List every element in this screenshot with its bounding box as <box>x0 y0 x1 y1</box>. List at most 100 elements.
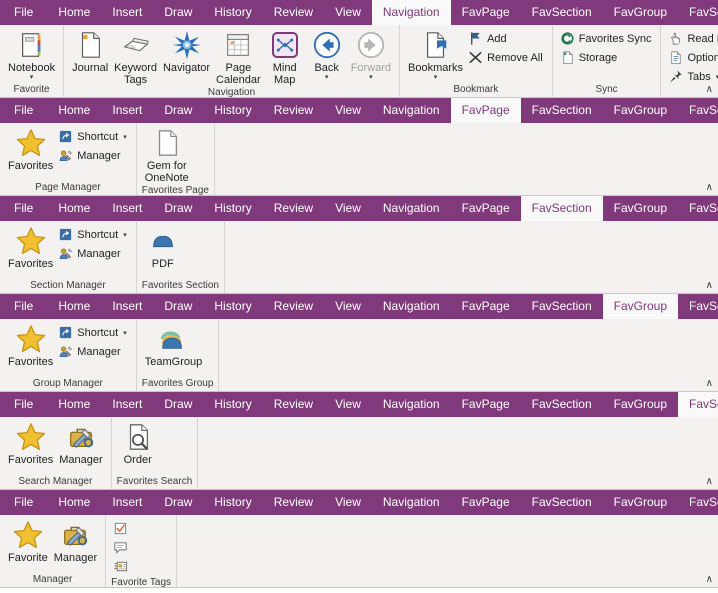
tab-navigation[interactable]: Navigation <box>372 98 451 123</box>
button-remove-all[interactable]: Remove All <box>466 48 547 67</box>
button-keyword-tags[interactable]: Keyword Tags <box>111 27 160 86</box>
button-pdf[interactable]: PDF <box>142 223 184 270</box>
tab-favsection[interactable]: FavSection <box>520 196 603 221</box>
tab-favgroup[interactable]: FavGroup <box>603 0 678 25</box>
collapse-ribbon-icon[interactable]: ∧ <box>706 85 713 95</box>
tab-draw[interactable]: Draw <box>153 294 203 319</box>
button-favorites[interactable]: Favorites <box>5 321 56 368</box>
tab-draw[interactable]: Draw <box>153 98 203 123</box>
tab-draw[interactable]: Draw <box>153 392 203 417</box>
collapse-ribbon-icon[interactable]: ∧ <box>706 575 713 585</box>
button-tag-contact[interactable] <box>111 557 136 576</box>
tab-insert[interactable]: Insert <box>101 392 153 417</box>
collapse-ribbon-icon[interactable]: ∧ <box>706 379 713 389</box>
tab-home[interactable]: Home <box>47 490 101 515</box>
tab-home[interactable]: Home <box>47 0 101 25</box>
button-shortcut[interactable]: Shortcut ▾ <box>56 323 130 342</box>
tab-history[interactable]: History <box>203 98 262 123</box>
button-page-calendar[interactable]: Page Calendar <box>213 27 264 86</box>
button-storage[interactable]: Storage <box>558 48 656 67</box>
button-shortcut[interactable]: Shortcut ▾ <box>56 225 130 244</box>
tab-favsection[interactable]: FavSection <box>521 0 603 25</box>
tab-view[interactable]: View <box>324 196 372 221</box>
chevron-down-icon[interactable]: ▾ <box>123 231 127 239</box>
tab-history[interactable]: History <box>203 490 262 515</box>
chevron-down-icon[interactable]: ▾ <box>123 329 127 337</box>
tab-file[interactable]: File <box>0 196 47 221</box>
button-favorites[interactable]: Favorites <box>5 419 56 466</box>
button-bookmarks[interactable]: Bookmarks ▾ <box>405 27 466 81</box>
tab-history[interactable]: History <box>203 196 262 221</box>
tab-review[interactable]: Review <box>263 392 324 417</box>
tab-navigation[interactable]: Navigation <box>372 392 451 417</box>
tab-file[interactable]: File <box>0 98 47 123</box>
tab-favpage[interactable]: FavPage <box>451 294 521 319</box>
tab-favsection[interactable]: FavSection <box>521 490 603 515</box>
tab-view[interactable]: View <box>324 392 372 417</box>
tab-favpage[interactable]: FavPage <box>450 98 521 123</box>
button-read-mode[interactable]: Read Mode <box>666 29 718 48</box>
tab-insert[interactable]: Insert <box>101 196 153 221</box>
button-tag-checkbox[interactable] <box>111 519 136 538</box>
chevron-down-icon[interactable]: ▾ <box>30 74 34 81</box>
tab-favgroup[interactable]: FavGroup <box>603 98 678 123</box>
tab-home[interactable]: Home <box>47 294 101 319</box>
tab-favpage[interactable]: FavPage <box>451 0 521 25</box>
tab-favsearch[interactable]: FavSearch <box>678 490 718 515</box>
tab-review[interactable]: Review <box>263 490 324 515</box>
tab-favsearch[interactable]: FavSearch <box>678 196 718 221</box>
chevron-down-icon[interactable]: ▾ <box>325 74 329 81</box>
tab-view[interactable]: View <box>324 0 372 25</box>
button-journal[interactable]: Journal <box>69 27 111 74</box>
tab-draw[interactable]: Draw <box>153 0 203 25</box>
collapse-ribbon-icon[interactable]: ∧ <box>706 477 713 487</box>
button-mind-map[interactable]: Mind Map <box>264 27 306 86</box>
button-manager[interactable]: Manager <box>51 517 100 564</box>
tab-insert[interactable]: Insert <box>101 0 153 25</box>
tab-favpage[interactable]: FavPage <box>451 490 521 515</box>
tab-insert[interactable]: Insert <box>101 490 153 515</box>
tab-favsection[interactable]: FavSection <box>521 294 603 319</box>
button-order[interactable]: Order <box>117 419 159 466</box>
button-manager[interactable]: Manager <box>56 342 130 361</box>
tab-favpage[interactable]: FavPage <box>451 196 521 221</box>
tab-review[interactable]: Review <box>263 98 324 123</box>
tab-navigation[interactable]: Navigation <box>372 196 451 221</box>
tab-review[interactable]: Review <box>263 294 324 319</box>
button-favorites[interactable]: Favorites <box>5 223 56 270</box>
button-tag-speech[interactable] <box>111 538 136 557</box>
tab-draw[interactable]: Draw <box>153 196 203 221</box>
button-manager[interactable]: Manager <box>56 244 130 263</box>
collapse-ribbon-icon[interactable]: ∧ <box>706 281 713 291</box>
tab-home[interactable]: Home <box>47 196 101 221</box>
tab-history[interactable]: History <box>203 0 262 25</box>
tab-home[interactable]: Home <box>47 98 101 123</box>
tab-view[interactable]: View <box>324 294 372 319</box>
tab-favgroup[interactable]: FavGroup <box>603 196 678 221</box>
button-notebook[interactable]: Notebook ▾ <box>5 27 58 81</box>
tab-insert[interactable]: Insert <box>101 98 153 123</box>
chevron-down-icon[interactable]: ▾ <box>434 74 438 81</box>
tab-file[interactable]: File <box>0 490 47 515</box>
button-favorites[interactable]: Favorites <box>5 125 56 172</box>
tab-navigation[interactable]: Navigation <box>372 294 451 319</box>
tab-insert[interactable]: Insert <box>101 294 153 319</box>
button-favorite[interactable]: Favorite <box>5 517 51 564</box>
button-teamgroup[interactable]: TeamGroup <box>142 321 205 368</box>
tab-home[interactable]: Home <box>47 392 101 417</box>
tab-favgroup[interactable]: FavGroup <box>602 294 679 319</box>
tab-navigation[interactable]: Navigation <box>372 490 451 515</box>
button-shortcut[interactable]: Shortcut ▾ <box>56 127 130 146</box>
tab-favsection[interactable]: FavSection <box>521 392 603 417</box>
tab-favsearch[interactable]: FavSearch <box>678 294 718 319</box>
tab-favsearch[interactable]: FavSearch <box>678 98 718 123</box>
chevron-down-icon[interactable]: ▾ <box>123 133 127 141</box>
button-back[interactable]: Back ▾ <box>306 27 348 81</box>
collapse-ribbon-icon[interactable]: ∧ <box>706 183 713 193</box>
button-add[interactable]: Add <box>466 29 547 48</box>
tab-history[interactable]: History <box>203 392 262 417</box>
button-gem-for-onenote[interactable]: Gem for OneNote <box>142 125 192 184</box>
tab-favgroup[interactable]: FavGroup <box>603 490 678 515</box>
tab-view[interactable]: View <box>324 98 372 123</box>
tab-history[interactable]: History <box>203 294 262 319</box>
